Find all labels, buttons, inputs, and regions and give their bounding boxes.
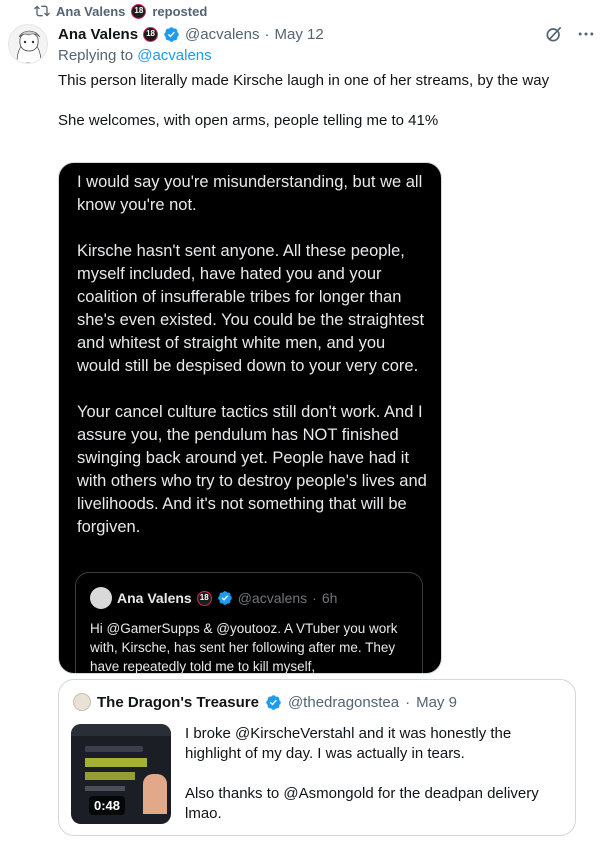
avatar[interactable]	[8, 24, 48, 64]
author-name[interactable]: Ana Valens	[58, 26, 138, 43]
separator-dot: ·	[312, 590, 317, 606]
embedded-time: 6h	[321, 590, 338, 606]
post-media-image[interactable]: I would say you're misunderstanding, but…	[58, 162, 442, 674]
verified-badge-icon	[217, 591, 232, 605]
thumb-highlight	[85, 758, 147, 767]
thumb-topbar	[71, 724, 171, 736]
age-18-badge: 18	[131, 3, 147, 19]
embedded-tweet-text: Hi @GamerSupps & @youtooz. A VTuber you …	[90, 621, 398, 674]
replying-to-handle[interactable]: @acvalens	[137, 47, 211, 64]
header-actions	[544, 24, 596, 44]
post-header: Ana Valens 18 @acvalens · May 12	[58, 24, 596, 44]
media-paragraph: I would say you're misunderstanding, but…	[77, 173, 423, 214]
post-paragraph: This person literally made Kirsche laugh…	[58, 72, 550, 89]
media-paragraph: Your cancel culture tactics still don't …	[77, 403, 427, 536]
repost-icon	[34, 5, 50, 17]
thumb-line	[85, 786, 125, 791]
media-paragraph: Kirsche hasn't sent anyone. All these pe…	[77, 242, 425, 375]
thumb-highlight	[85, 772, 135, 780]
separator-dot: ·	[264, 25, 270, 43]
repost-user[interactable]: Ana Valens	[56, 4, 125, 19]
embedded-tweet-card: Ana Valens 18 @acvalens · 6h Hi @GamerSu…	[75, 572, 423, 674]
quoted-handle: @thedragonstea	[287, 693, 400, 711]
author-handle[interactable]: @acvalens	[185, 26, 259, 43]
post-text: This person literally made Kirsche laugh…	[58, 71, 588, 151]
thumb-figure	[143, 774, 167, 814]
embedded-handle: @acvalens	[237, 590, 308, 606]
verified-badge-icon	[164, 26, 179, 42]
quoted-tweet-text: I broke @KirscheVerstahl and it was hone…	[185, 724, 565, 842]
age-18-badge: 18	[196, 590, 212, 606]
more-options-icon[interactable]	[576, 24, 596, 44]
age-18-badge: 18	[143, 26, 159, 42]
post-date[interactable]: May 12	[274, 26, 323, 43]
embedded-avatar	[90, 587, 112, 609]
media-text: I would say you're misunderstanding, but…	[77, 171, 427, 562]
post-paragraph: She welcomes, with open arms, people tel…	[58, 112, 439, 129]
avatar-illustration	[9, 25, 47, 63]
quoted-paragraph: Also thanks to @Asmongold for the deadpa…	[185, 785, 539, 822]
quoted-paragraph: I broke @KirscheVerstahl and it was hone…	[185, 725, 512, 762]
thumb-line	[85, 746, 143, 752]
repost-indicator: Ana Valens 18 reposted	[34, 2, 207, 20]
grok-icon[interactable]	[544, 24, 564, 44]
quoted-tweet[interactable]: The Dragon's Treasure @thedragonstea · M…	[58, 679, 576, 836]
separator-dot: ·	[405, 693, 411, 711]
replying-to-label: Replying to	[58, 47, 134, 64]
quoted-author-name: The Dragon's Treasure	[97, 693, 259, 711]
embedded-author-name: Ana Valens	[117, 590, 192, 606]
embedded-tweet-header: Ana Valens 18 @acvalens · 6h	[90, 587, 337, 609]
verified-badge-icon	[266, 694, 281, 710]
repost-label: reposted	[152, 3, 208, 19]
video-duration-badge: 0:48	[89, 796, 126, 815]
quoted-avatar	[73, 693, 91, 711]
quoted-tweet-header: The Dragon's Treasure @thedragonstea · M…	[73, 693, 457, 711]
quoted-video-thumbnail[interactable]: 0:48	[71, 724, 171, 824]
replying-to: Replying to @acvalens	[58, 47, 212, 64]
quoted-date: May 9	[416, 693, 457, 711]
